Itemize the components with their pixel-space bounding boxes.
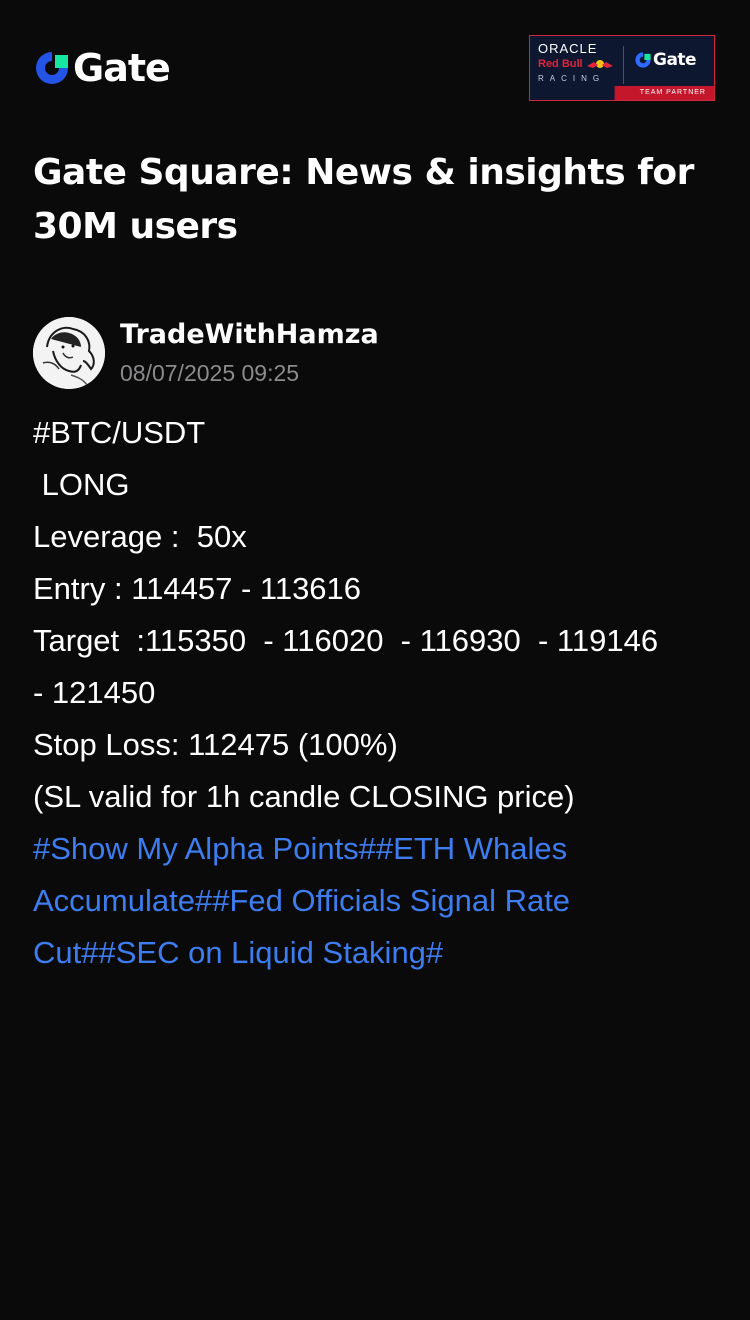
post-body: #BTC/USDT LONG Leverage : 50x Entry : 11… (33, 407, 723, 979)
gate-logo-icon (635, 52, 651, 68)
team-partner-banner[interactable]: ORACLE Red Bull RACING Gate TEAM PARTNER (529, 35, 715, 101)
post-tags: #Show My Alpha Points##ETH Whales Accumu… (33, 823, 723, 979)
oracle-redbull-racing-logo: ORACLE Red Bull RACING (538, 42, 618, 85)
author-info: TradeWithHamza 08/07/2025 09:25 (120, 318, 379, 388)
author-name[interactable]: TradeWithHamza (120, 318, 379, 352)
oracle-text: ORACLE (538, 41, 598, 56)
post-timestamp: 08/07/2025 09:25 (120, 360, 300, 386)
page-title: Gate Square: News & insights for 30M use… (33, 152, 694, 247)
team-partner-label: TEAM PARTNER (530, 86, 714, 100)
avatar[interactable] (33, 317, 105, 389)
redbull-text: Red Bull (538, 57, 618, 71)
post-line-targets-continued: - 121450 (33, 675, 156, 710)
gate-logo[interactable]: Gate (33, 46, 171, 90)
post-line-entry: Entry : 114457 - 113616 (33, 571, 362, 606)
post-line-leverage: Leverage : 50x (33, 519, 247, 554)
user-avatar (33, 317, 105, 389)
red-bull-icon (586, 60, 613, 68)
post-line-pair: #BTC/USDT (33, 415, 206, 450)
logo-text: Gate (73, 46, 171, 90)
topic-tag-alpha-points[interactable]: #Show My Alpha Points# (33, 831, 376, 866)
header: Gate ORACLE Red Bull RACING Gate TEAM PA… (0, 0, 750, 130)
redbull-label: Red Bull (538, 58, 583, 70)
topic-tag-sec-liquid-staking[interactable]: #SEC on Liquid Staking# (98, 935, 443, 970)
post-line-direction: LONG (33, 467, 130, 502)
gate-logo-icon (36, 52, 68, 84)
post-line-sl-note: (SL valid for 1h candle CLOSING price) (33, 779, 575, 814)
post-line-stop-loss: Stop Loss: 112475 (100%) (33, 727, 398, 762)
racing-text: RACING (538, 74, 606, 83)
post-author[interactable]: TradeWithHamza 08/07/2025 09:25 (33, 317, 379, 389)
post-line-targets: Target :115350 - 116020 - 116930 - 11914… (33, 623, 659, 658)
partner-gate-logo: Gate (634, 50, 697, 70)
partner-divider (623, 46, 624, 84)
partner-gate-text: Gate (653, 50, 697, 70)
